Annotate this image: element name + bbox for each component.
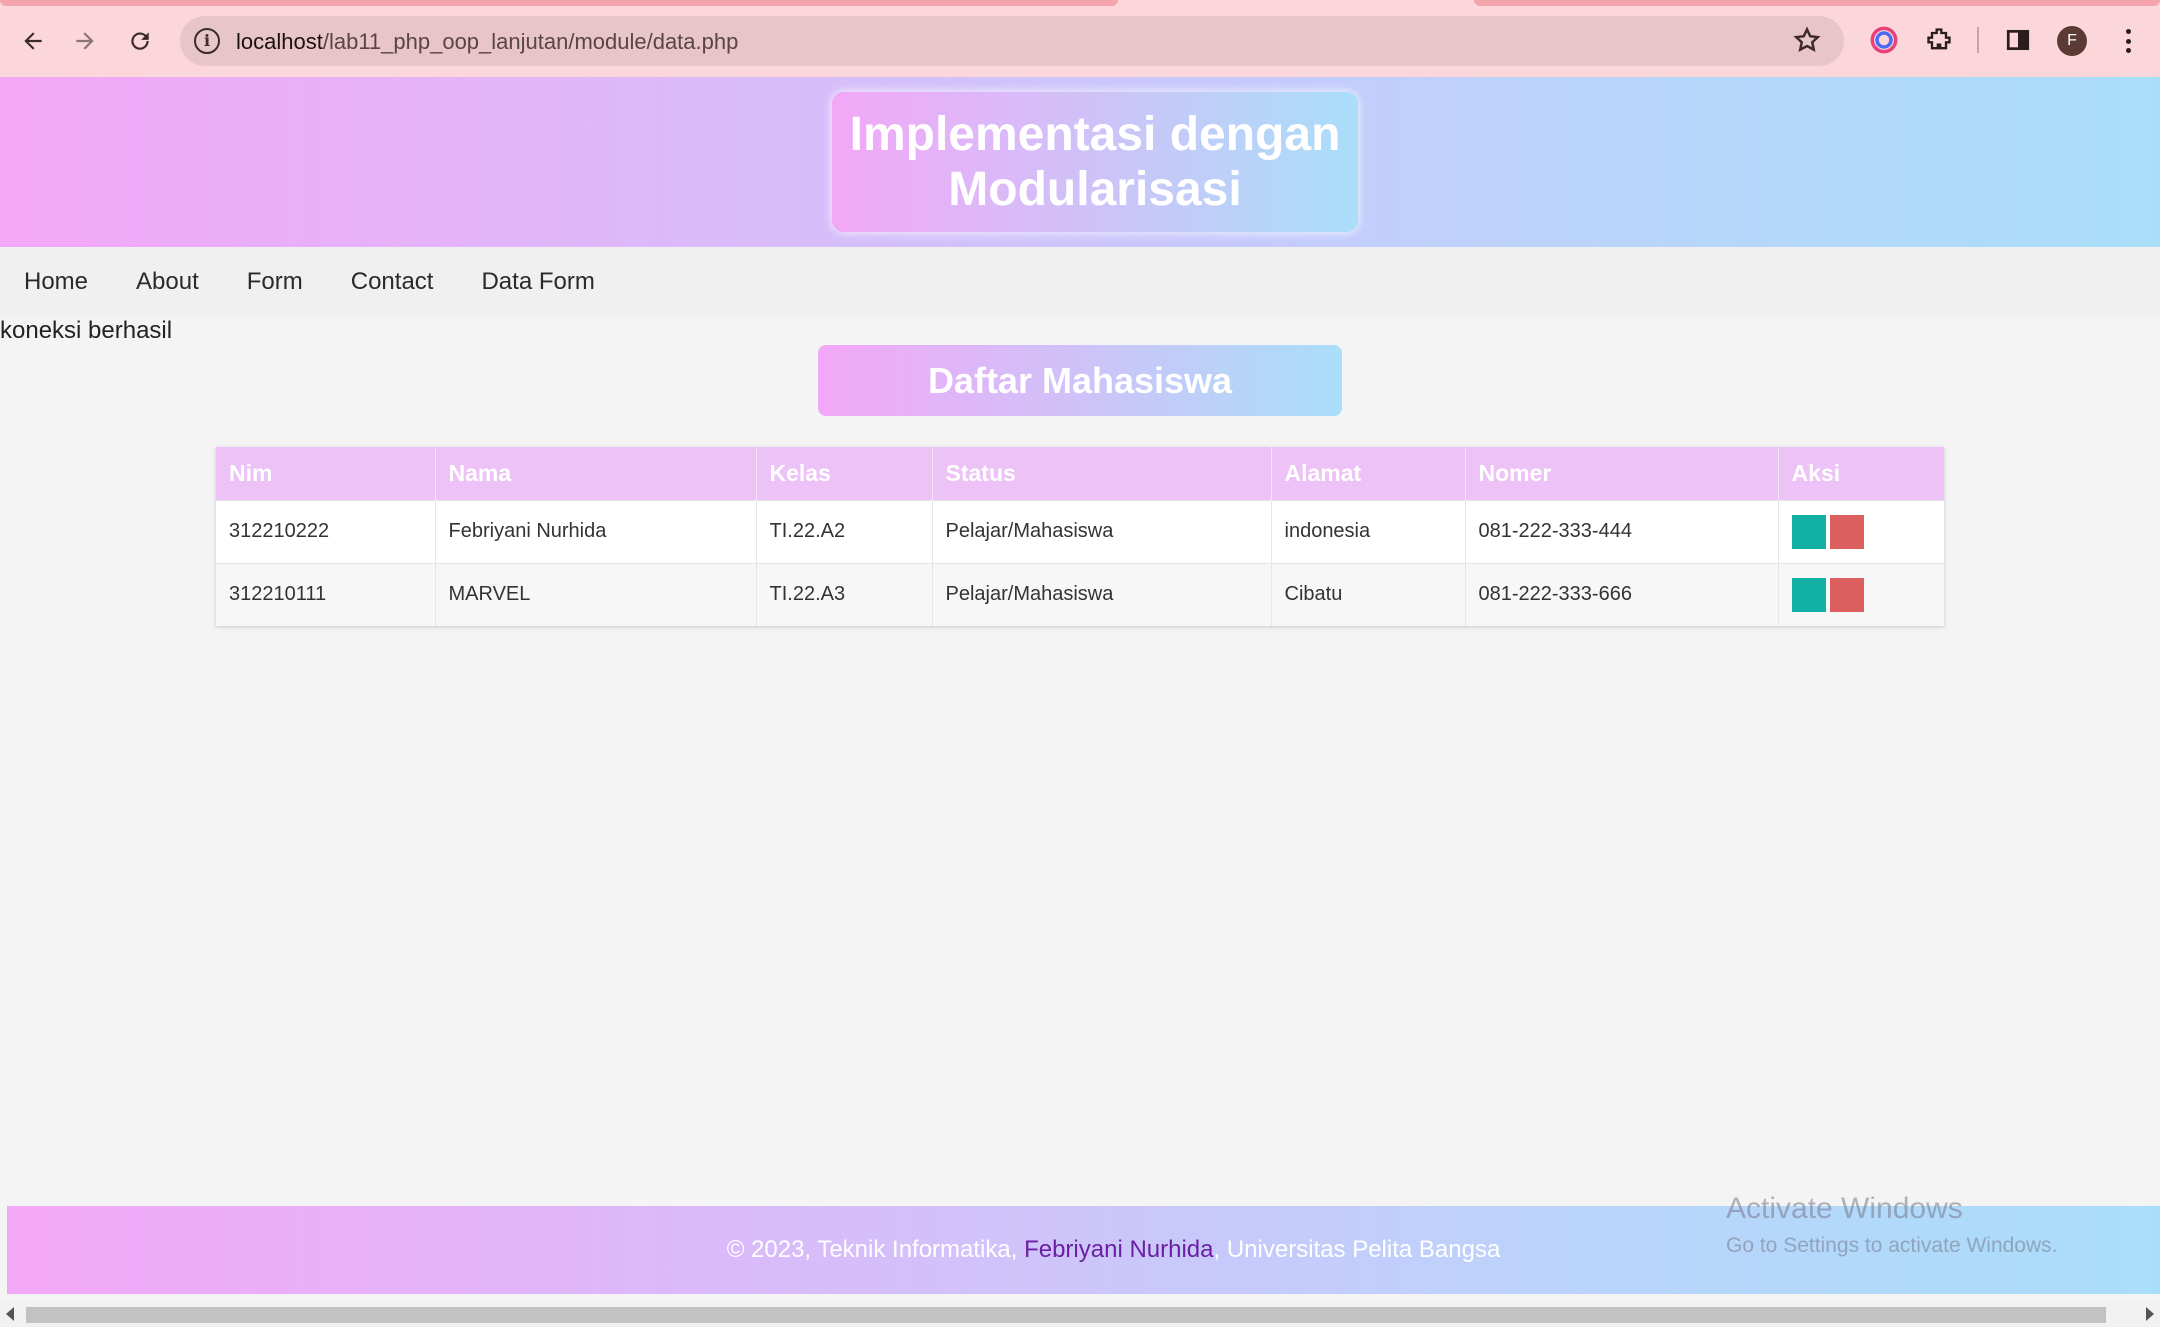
cell-kelas: TI.22.A2 [756, 499, 933, 563]
color-extension-icon[interactable] [1866, 22, 1902, 58]
cell-alamat: Cibatu [1271, 562, 1466, 626]
horizontal-scrollbar[interactable] [0, 1302, 2160, 1327]
cell-nomer: 081-222-333-666 [1465, 562, 1779, 626]
back-icon[interactable] [14, 22, 52, 60]
puzzle-extension-icon[interactable] [1921, 22, 1957, 58]
url-text[interactable]: localhost/lab11_php_oop_lanjutan/module/… [236, 29, 738, 55]
column-header-nama: Nama [435, 447, 757, 500]
column-header-kelas: Kelas [756, 447, 933, 500]
column-header-nomer: Nomer [1465, 447, 1779, 500]
scrollbar-thumb[interactable] [26, 1307, 2106, 1323]
watermark-subtitle: Go to Settings to activate Windows. [1726, 1234, 2058, 1257]
page-title: Daftar Mahasiswa [927, 359, 1233, 401]
cell-nomer: 081-222-333-444 [1465, 499, 1779, 563]
reload-icon[interactable] [121, 22, 159, 60]
kebab-menu-icon[interactable] [2118, 26, 2138, 56]
student-table: Nim Nama Kelas Status Alamat Nomer Aksi … [216, 447, 1944, 626]
connection-status: koneksi berhasil [0, 317, 173, 344]
nav-data-form[interactable]: Data Form [481, 268, 594, 296]
main-nav: Home About Form Contact Data Form [0, 247, 2160, 317]
star-icon[interactable] [1792, 25, 1822, 55]
profile-avatar[interactable]: F [2057, 26, 2087, 56]
column-header-status: Status [932, 447, 1272, 500]
forward-icon[interactable] [66, 22, 104, 60]
browser-toolbar: i localhost/lab11_php_oop_lanjutan/modul… [0, 0, 2160, 77]
watermark-title: Activate Windows [1726, 1192, 1963, 1225]
column-header-nim: Nim [216, 447, 436, 500]
delete-button[interactable] [1829, 577, 1864, 612]
table-header-row: Nim Nama Kelas Status Alamat Nomer Aksi [216, 447, 1944, 500]
nav-home[interactable]: Home [24, 268, 88, 296]
url-path: /lab11_php_oop_lanjutan/module/data.php [322, 29, 739, 54]
student-table-container: Nim Nama Kelas Status Alamat Nomer Aksi … [216, 447, 1944, 626]
edit-button[interactable] [1791, 577, 1826, 612]
scroll-left-icon[interactable] [6, 1307, 14, 1321]
site-header: Implementasi dengan Modularisasi [0, 77, 2160, 247]
cell-nama: MARVEL [435, 562, 757, 626]
scroll-right-icon[interactable] [2146, 1307, 2154, 1321]
cell-nama: Febriyani Nurhida [435, 499, 757, 563]
windows-activation-watermark: Activate Windows Go to Settings to activ… [1726, 1192, 2058, 1258]
delete-button[interactable] [1829, 514, 1864, 549]
table-row: 312210111 MARVEL TI.22.A3 Pelajar/Mahasi… [216, 562, 1944, 626]
footer-suffix: , Universitas Pelita Bangsa [1213, 1236, 1501, 1263]
footer-prefix: © 2023, Teknik Informatika, [726, 1236, 1025, 1263]
nav-form[interactable]: Form [247, 268, 303, 296]
cell-aksi [1778, 499, 1944, 563]
nav-about[interactable]: About [136, 268, 199, 296]
cell-alamat: indonesia [1271, 499, 1466, 563]
address-bar[interactable]: i localhost/lab11_php_oop_lanjutan/modul… [180, 16, 1844, 66]
url-host: localhost [236, 29, 323, 54]
footer-text: © 2023, Teknik Informatika, Febriyani Nu… [667, 1236, 1501, 1264]
cell-nim: 312210222 [216, 499, 436, 563]
tab-strip [1474, 0, 2160, 6]
info-icon[interactable]: i [194, 28, 220, 54]
toolbar-separator [1977, 27, 1979, 53]
side-panel-icon[interactable] [2000, 22, 2036, 58]
column-header-aksi: Aksi [1778, 447, 1944, 500]
edit-button[interactable] [1791, 514, 1826, 549]
cell-nim: 312210111 [216, 562, 436, 626]
footer-author-link[interactable]: Febriyani Nurhida [1024, 1236, 1213, 1263]
column-header-alamat: Alamat [1271, 447, 1466, 500]
table-row: 312210222 Febriyani Nurhida TI.22.A2 Pel… [216, 499, 1944, 563]
cell-status: Pelajar/Mahasiswa [932, 499, 1272, 563]
cell-kelas: TI.22.A3 [756, 562, 933, 626]
site-title: Implementasi dengan Modularisasi [849, 108, 1341, 216]
nav-contact[interactable]: Contact [351, 268, 434, 296]
page-title-box: Daftar Mahasiswa [818, 345, 1342, 416]
cell-aksi [1778, 562, 1944, 626]
cell-status: Pelajar/Mahasiswa [932, 562, 1272, 626]
tab-strip [0, 0, 1118, 6]
header-title-box: Implementasi dengan Modularisasi [832, 92, 1358, 232]
